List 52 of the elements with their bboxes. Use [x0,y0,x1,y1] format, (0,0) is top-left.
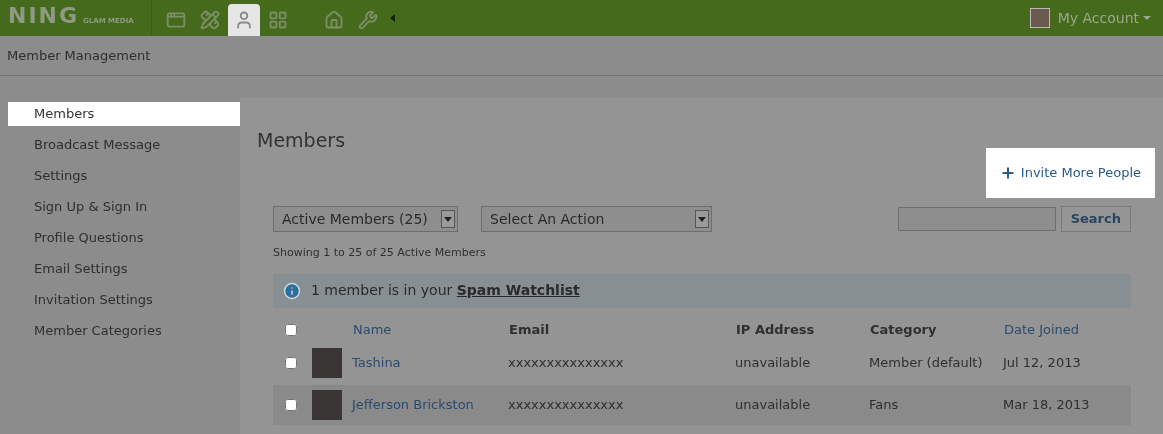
photo-placeholder [312,389,342,420]
table-cell-text: Jul 12, 2013 [1003,353,1082,372]
page-title: Member Management [7,46,151,65]
user-icon [234,10,254,30]
member-name-link[interactable]: Jefferson Brickston [352,394,508,415]
avatar [1029,8,1050,28]
row-checkbox[interactable] [285,356,297,369]
wrench-icon [358,10,378,30]
search-field[interactable] [897,207,1056,231]
column-header: IP Address [736,321,816,340]
column-header[interactable]: Name [353,320,509,340]
collapse-arrow-icon[interactable] [390,14,395,22]
table-cell-text: xxxxxxxxxxxxxxx [508,395,625,414]
grid-icon [268,10,288,30]
member-name-link[interactable]: Tashina [352,352,508,373]
logo[interactable]: NING [8,5,80,27]
table-cell-text: Fans [869,395,900,414]
table-cell-text: unavailable [735,353,812,372]
sidebar-item[interactable]: Invitation Settings [8,288,240,312]
photo-placeholder [312,347,342,378]
sidebar-item[interactable]: Profile Questions [8,226,240,250]
spam-watchlist-link[interactable]: Spam Watchlist [456,282,580,298]
sidebar-item[interactable]: Sign Up & Sign In [8,195,240,219]
pencil-ruler-icon [200,10,220,30]
row-checkbox[interactable] [285,398,297,411]
select-dropdown[interactable]: Select An Action [481,206,712,232]
column-header: Email [509,321,551,340]
table-cell-text: Mar 18, 2013 [1003,395,1091,414]
window-icon [166,10,186,30]
section-title: Members [257,128,346,153]
table-cell-text: Member (default) [869,353,984,372]
table-cell-text: xxxxxxxxxxxxxxx [508,353,625,372]
plus-icon [999,165,1016,181]
alert-text: 1 member is in your Spam Watchlist [311,281,580,300]
sidebar-item[interactable]: Settings [8,164,240,188]
sidebar-item[interactable]: Email Settings [8,257,240,281]
account-menu[interactable]: My Account [1057,7,1151,29]
info-icon [283,281,301,300]
sidebar-item[interactable]: Member Categories [8,319,240,343]
column-header[interactable]: Date Joined [1004,320,1114,340]
table-cell-text: unavailable [735,395,812,414]
home-icon [324,10,344,30]
sidebar-item[interactable]: Broadcast Message [8,133,240,157]
sidebar-item[interactable]: Members [8,102,240,126]
results-summary: Showing 1 to 25 of 25 Active Members [272,245,487,261]
invite-button[interactable]: Invite More People [985,148,1155,198]
column-header: Category [870,321,938,340]
select-all-checkbox[interactable] [285,324,297,336]
search-button[interactable]: Search [1060,206,1131,232]
caret-icon [1143,16,1151,20]
nav-tab[interactable] [228,4,260,36]
select-dropdown[interactable]: Active Members (25) [273,206,458,232]
